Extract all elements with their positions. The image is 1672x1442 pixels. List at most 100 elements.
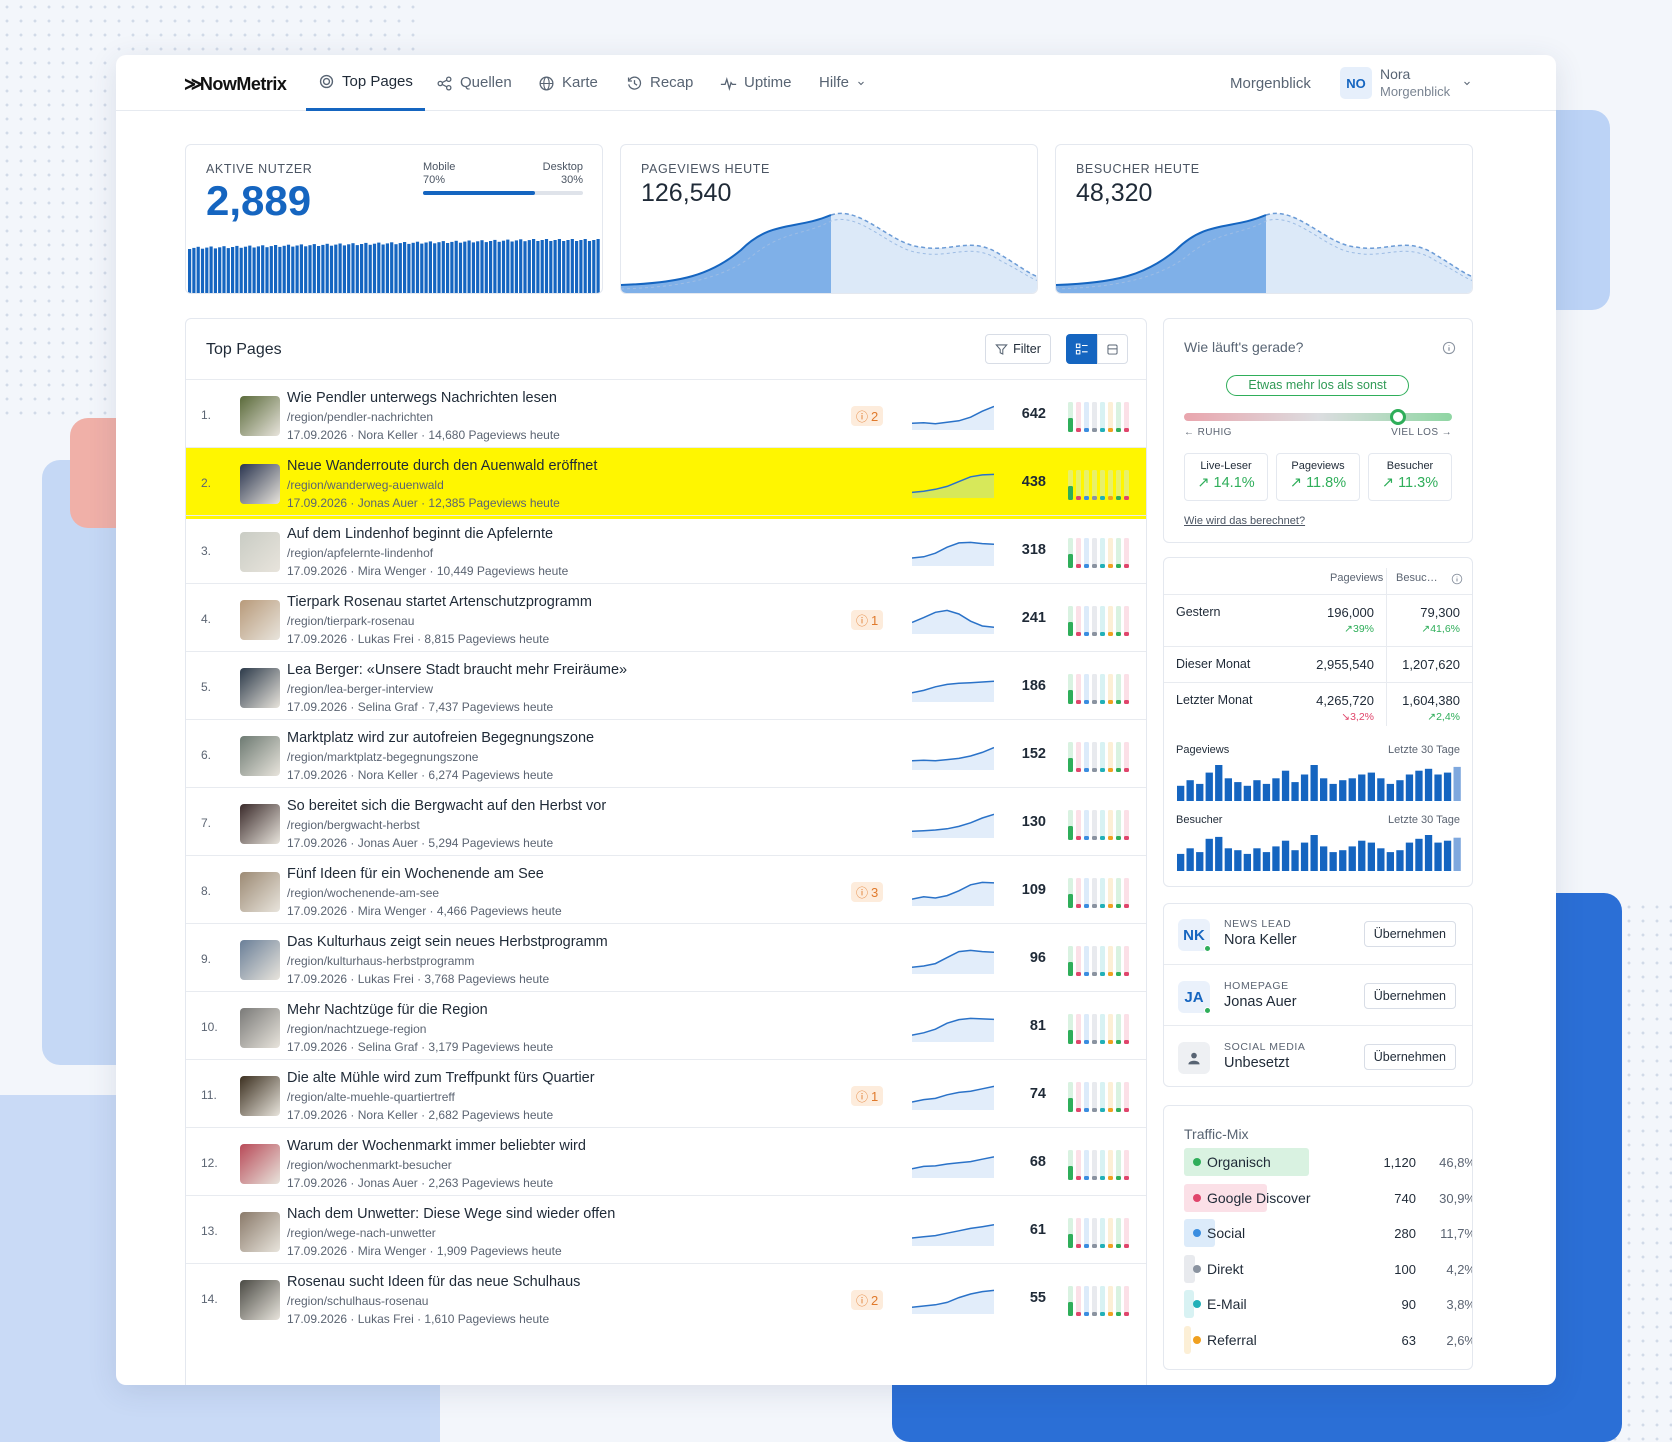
trend-sparkline [912, 746, 994, 770]
table-row[interactable]: 13. Nach dem Unwetter: Diese Wege sind wi… [186, 1195, 1146, 1267]
tab-hilfe[interactable]: Hilfe [819, 55, 866, 111]
mini-source-bar [1092, 768, 1097, 772]
traffic-source-row[interactable]: Google Discover 740 30,9% [1184, 1183, 1472, 1212]
bar [1234, 850, 1242, 871]
article-title[interactable]: Tierpark Rosenau startet Artenschutzprog… [287, 594, 592, 610]
table-row[interactable]: 4. Tierpark Rosenau startet Artenschutzpr… [186, 583, 1146, 655]
article-title[interactable]: Auf dem Lindenhof beginnt die Apfelernte [287, 526, 553, 542]
status-pill: Etwas mehr los als sonst [1226, 375, 1409, 396]
mini-source-bar [1076, 1040, 1081, 1044]
article-title[interactable]: Das Kulturhaus zeigt sein neues Herbstpr… [287, 934, 608, 950]
calculation-link[interactable]: Wie wird das berechnet? [1184, 515, 1305, 527]
stat-value-wrap: ↗ 14.1% [1185, 475, 1267, 491]
mini-source-bg [1116, 1082, 1121, 1112]
mini-source-bar [1116, 496, 1121, 500]
filter-button[interactable]: Filter [985, 334, 1051, 364]
active-users-bar [433, 243, 437, 293]
active-users-bar [501, 240, 506, 293]
table-row[interactable]: 12. Warum der Wochenmarkt immer beliebter… [186, 1127, 1146, 1199]
alert-badge[interactable]: ⓘ 1 [851, 610, 884, 630]
take-over-button[interactable]: Übernehmen [1363, 983, 1456, 1009]
table-row[interactable]: 2. Neue Wanderroute durch den Auenwald er… [186, 447, 1146, 519]
active-users-bar [256, 246, 260, 293]
active-users-bar [265, 247, 269, 293]
traffic-source-row[interactable]: Direkt 100 4,2% [1184, 1254, 1472, 1283]
tab-recap[interactable]: Recap [626, 55, 693, 111]
traffic-source-row[interactable]: Organisch 1,120 46,8% [1184, 1148, 1472, 1176]
alert-badge[interactable]: ⓘ 3 [851, 882, 884, 902]
article-title[interactable]: So bereitet sich die Bergwacht auf den H… [287, 798, 606, 814]
table-row[interactable]: 11. Die alte Mühle wird zum Treffpunkt fü… [186, 1059, 1146, 1131]
article-title[interactable]: Marktplatz wird zur autofreien Begegnung… [287, 730, 594, 746]
status-stat: Pageviews ↗ 11.8% [1276, 453, 1360, 501]
bar [1443, 840, 1452, 871]
tab-uptime[interactable]: Uptime [720, 55, 792, 111]
alert-badge[interactable]: ⓘ 2 [851, 406, 884, 426]
article-title[interactable]: Warum der Wochenmarkt immer beliebter wi… [287, 1138, 586, 1154]
table-row[interactable]: 8. Fünf Ideen für ein Wochenende am See/r… [186, 855, 1146, 927]
mini-source-bg [1084, 1218, 1089, 1248]
summary-card: Pageviews Besuc… Gestern 196,000 79,300 ↗39… [1163, 557, 1473, 887]
active-users-bar [355, 245, 359, 293]
mini-source-bg [1092, 1014, 1097, 1044]
mini-source-bar [1108, 1312, 1113, 1316]
traffic-source-row[interactable]: Referral 63 2,6% [1184, 1325, 1472, 1354]
bar [1405, 842, 1414, 871]
table-row[interactable]: 6. Marktplatz wird zur autofreien Begegnu… [186, 719, 1146, 791]
table-row[interactable]: 9. Das Kulturhaus zeigt sein neues Herbst… [186, 923, 1146, 995]
tab-karte[interactable]: Karte [538, 55, 598, 111]
source-pct: 30,9% [1439, 1190, 1473, 1206]
grid-view-toggle[interactable] [1097, 334, 1128, 364]
article-title[interactable]: Fünf Ideen für ein Wochenende am See [287, 866, 544, 882]
traffic-source-row[interactable]: E-Mail 90 3,8% [1184, 1290, 1472, 1318]
change-value: 39% [1352, 623, 1374, 635]
member-name: Nora Keller [1224, 932, 1297, 948]
article-title[interactable]: Wie Pendler unterwegs Nachrichten lesen [287, 390, 557, 406]
mini-source-bar [1116, 1108, 1121, 1112]
table-row[interactable]: 1. Wie Pendler unterwegs Nachrichten lese… [186, 379, 1146, 451]
row-rank: 5. [201, 680, 212, 694]
table-row[interactable]: 14. Rosenau sucht Ideen für das neue Schu… [186, 1263, 1146, 1335]
source-pct: 2,6% [1446, 1332, 1472, 1348]
user-menu[interactable]: NO Nora Morgenblick [1340, 55, 1472, 111]
article-title[interactable]: Lea Berger: «Unsere Stadt braucht mehr F… [287, 662, 627, 678]
mini-source-bg [1100, 606, 1105, 636]
tab-top-pages[interactable]: Top Pages [306, 55, 425, 111]
active-users-bar [222, 246, 226, 293]
bar [1281, 770, 1290, 801]
mini-source-bg [1116, 946, 1121, 976]
info-icon[interactable] [1442, 341, 1456, 355]
active-users-bar [321, 244, 325, 293]
table-row[interactable]: 10. Mehr Nachtzüge für die Region/region/… [186, 991, 1146, 1063]
article-title[interactable]: Die alte Mühle wird zum Treffpunkt fürs … [287, 1070, 595, 1086]
table-row[interactable]: 5. Lea Berger: «Unsere Stadt braucht mehr… [186, 651, 1146, 723]
article-title[interactable]: Mehr Nachtzüge für die Region [287, 1002, 488, 1018]
kpi-value: 48,320 [1076, 179, 1153, 207]
take-over-button[interactable]: Übernehmen [1363, 1044, 1456, 1070]
mini-source-bg [1092, 470, 1097, 500]
mini-source-bar [1076, 700, 1081, 704]
list-view-toggle[interactable] [1066, 334, 1097, 364]
mini-source-bg [1092, 606, 1097, 636]
article-title[interactable]: Neue Wanderroute durch den Auenwald eröf… [287, 458, 597, 474]
mini-source-bg [1092, 402, 1097, 432]
article-title[interactable]: Rosenau sucht Ideen für das neue Schulha… [287, 1274, 580, 1290]
mini-source-bg [1100, 538, 1105, 568]
active-users-bar [450, 241, 454, 293]
table-row[interactable]: 3. Auf dem Lindenhof beginnt die Apfelern… [186, 515, 1146, 587]
site-selector[interactable]: Morgenblick [1230, 55, 1311, 111]
mini-source-bg [1100, 810, 1105, 840]
take-over-button[interactable]: Übernehmen [1363, 921, 1456, 947]
alert-badge[interactable]: ⓘ 1 [851, 1086, 884, 1106]
status-card: Wie läuft's gerade? Etwas mehr los als s… [1163, 318, 1473, 543]
sparkline-area [912, 1224, 994, 1246]
article-title[interactable]: Nach dem Unwetter: Diese Wege sind wiede… [287, 1206, 615, 1222]
article-meta: 17.09.2026 · Mira Wenger · 1,909 Pagevie… [287, 1244, 562, 1258]
table-row[interactable]: 7. So bereitet sich die Bergwacht auf den… [186, 787, 1146, 859]
tab-quellen[interactable]: Quellen [436, 55, 512, 111]
mini-source-bar [1076, 768, 1081, 772]
mini-source-bar [1076, 428, 1081, 432]
alert-badge[interactable]: ⓘ 2 [851, 1290, 884, 1310]
info-icon[interactable] [1451, 573, 1463, 585]
traffic-source-row[interactable]: Social 280 11,7% [1184, 1219, 1472, 1247]
